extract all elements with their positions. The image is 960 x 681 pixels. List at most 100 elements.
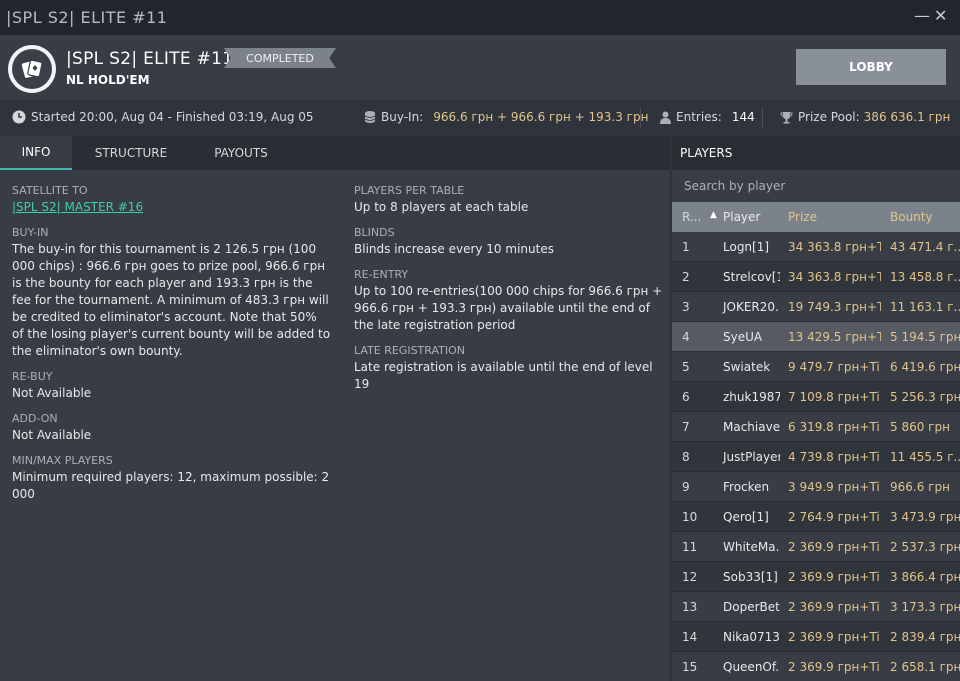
cell-prize: 2 369.9 грн+Ti... — [788, 659, 881, 674]
trophy-icon — [780, 111, 793, 124]
info-column-left: SATELLITE TO |SPL S2| MASTER #16 BUY-IN … — [12, 182, 332, 511]
minimize-icon[interactable]: — — [914, 6, 930, 25]
cell-rank: 1 — [682, 239, 690, 254]
clock-icon — [12, 110, 26, 124]
table-row[interactable]: 1 Logn[1] 34 363.8 грн+T... 43 471.4 г... — [672, 232, 960, 262]
col-player[interactable]: Player — [714, 210, 780, 224]
table-row[interactable]: 8 JustPlayer 4 739.8 грн+Ti... 11 455.5 г..… — [672, 442, 960, 472]
table-row[interactable]: 5 Swiatek 9 479.7 грн+Ti... 6 419.6 грн — [672, 352, 960, 382]
cell-player: WhiteMa... — [723, 539, 780, 554]
table-row[interactable]: 15 QueenOf... 2 369.9 грн+Ti... 2 658.1 грн — [672, 652, 960, 681]
cell-player: SyeUA — [723, 329, 763, 344]
cell-player: Strelcov[1] — [723, 269, 780, 284]
cell-bounty: 3 866.4 грн — [890, 569, 960, 584]
tournament-header: |SPL S2| ELITE #11 NL HOLD'EM COMPLETED … — [0, 35, 960, 100]
cell-player: Machiavelli — [723, 419, 780, 434]
cell-bounty: 43 471.4 г... — [890, 239, 960, 254]
cell-player: Logn[1] — [723, 239, 770, 254]
sort-asc-icon: ▲ — [710, 210, 717, 220]
cell-prize: 6 319.8 грн+Ti... — [788, 419, 881, 434]
cell-rank: 15 — [682, 659, 698, 674]
window-titlebar: |SPL S2| ELITE #11 — ✕ — [0, 0, 960, 35]
rebuy-label: RE-BUY — [12, 370, 53, 383]
cell-prize: 4 739.8 грн+Ti... — [788, 449, 881, 464]
col-rank[interactable]: R... — [672, 210, 714, 224]
cell-bounty: 3 473.9 грн — [890, 509, 960, 524]
tab-info[interactable]: INFO — [0, 136, 72, 170]
tab-structure[interactable]: STRUCTURE — [72, 136, 190, 170]
cell-prize: 2 764.9 грн+Ti... — [788, 509, 881, 524]
addon-label: ADD-ON — [12, 412, 58, 425]
player-search — [672, 170, 960, 202]
divider — [762, 108, 763, 128]
times-text: Started 20:00, Aug 04 - Finished 03:19, … — [31, 110, 314, 124]
divider — [640, 108, 641, 128]
rebuy-value: Not Available — [12, 386, 92, 400]
table-row[interactable]: 10 Qero[1] 2 764.9 грн+Ti... 3 473.9 грн — [672, 502, 960, 532]
table-row[interactable]: 6 zhuk1987 7 109.8 грн+Ti... 5 256.3 грн — [672, 382, 960, 412]
table-row[interactable]: 3 JOKER20... 19 749.3 грн+T... 11 163.1 г..… — [672, 292, 960, 322]
cards-icon — [8, 45, 56, 93]
close-icon[interactable]: ✕ — [934, 6, 947, 25]
cell-prize: 2 369.9 грн+Ti... — [788, 599, 881, 614]
table-row[interactable]: 7 Machiavelli 6 319.8 грн+Ti... 5 860 грн — [672, 412, 960, 442]
cell-bounty: 3 173.3 грн — [890, 599, 960, 614]
window-title: |SPL S2| ELITE #11 — [6, 8, 168, 27]
minmax-value: Minimum required players: 12, maximum po… — [12, 470, 330, 501]
cell-bounty: 2 537.3 грн — [890, 539, 960, 554]
late-reg-value: Late registration is available until the… — [354, 360, 653, 391]
prize-label: Prize Pool: — [798, 110, 860, 124]
table-row[interactable]: 4 SyeUA 13 429.5 грн+T... 5 194.5 грн — [672, 322, 960, 352]
cell-player: JustPlayer — [723, 449, 780, 464]
table-row[interactable]: 11 WhiteMa... 2 369.9 грн+Ti... 2 537.3 грн — [672, 532, 960, 562]
table-row[interactable]: 13 DoperBet... 2 369.9 грн+Ti... 3 173.3 гр… — [672, 592, 960, 622]
satellite-label: SATELLITE TO — [12, 184, 88, 197]
cell-prize: 2 369.9 грн+Ti... — [788, 569, 881, 584]
col-bounty[interactable]: Bounty — [881, 210, 960, 224]
info-bar: Started 20:00, Aug 04 - Finished 03:19, … — [0, 100, 960, 136]
col-prize[interactable]: Prize — [780, 210, 881, 224]
game-type: NL HOLD'EM — [66, 73, 150, 87]
prize-info: Prize Pool: 386 636.1 грн — [780, 110, 950, 124]
cell-bounty: 5 194.5 грн — [890, 329, 960, 344]
cell-player: Swiatek — [723, 359, 771, 374]
entries-info: Entries: 144 — [660, 110, 755, 124]
cell-player: JOKER20... — [723, 299, 780, 314]
entries-label: Entries: — [676, 110, 722, 124]
cell-player: Frocken — [723, 479, 770, 494]
cell-player: Nika0713... — [723, 629, 780, 644]
cell-rank: 11 — [682, 539, 698, 554]
blinds-label: BLINDS — [354, 226, 395, 239]
cell-player: Sob33[1] — [723, 569, 778, 584]
cell-rank: 10 — [682, 509, 698, 524]
reentry-value: Up to 100 re-entries(100 000 chips for 9… — [354, 284, 663, 332]
cell-bounty: 966.6 грн — [890, 479, 950, 494]
cell-rank: 4 — [682, 329, 690, 344]
player-search-input[interactable] — [684, 179, 944, 193]
table-row[interactable]: 12 Sob33[1] 2 369.9 грн+Ti... 3 866.4 грн — [672, 562, 960, 592]
cell-bounty: 13 458.8 г... — [890, 269, 960, 284]
table-row[interactable]: 2 Strelcov[1] 34 363.8 грн+T... 13 458.8 г.… — [672, 262, 960, 292]
ppt-value: Up to 8 players at each table — [354, 200, 529, 214]
cell-prize: 34 363.8 грн+T... — [788, 269, 881, 284]
cell-player: zhuk1987 — [723, 389, 780, 404]
lobby-button[interactable]: LOBBY — [796, 49, 946, 85]
satellite-link[interactable]: |SPL S2| MASTER #16 — [12, 199, 332, 216]
cell-rank: 5 — [682, 359, 690, 374]
table-row[interactable]: 14 Nika0713... 2 369.9 грн+Ti... 2 839.4 гр… — [672, 622, 960, 652]
cell-prize: 2 369.9 грн+Ti... — [788, 629, 881, 644]
cell-bounty: 6 419.6 грн — [890, 359, 960, 374]
entries-value: 144 — [731, 110, 755, 124]
coins-icon — [364, 110, 376, 124]
tab-bar: INFO STRUCTURE PAYOUTS — [0, 136, 670, 170]
cell-prize: 7 109.8 грн+Ti... — [788, 389, 881, 404]
buyin-section-label: BUY-IN — [12, 226, 49, 239]
cell-prize: 3 949.9 грн+Ti... — [788, 479, 881, 494]
tab-payouts[interactable]: PAYOUTS — [190, 136, 292, 170]
cell-rank: 3 — [682, 299, 690, 314]
user-icon — [660, 111, 671, 124]
cell-prize: 19 749.3 грн+T... — [788, 299, 881, 314]
prize-value: 386 636.1 грн — [863, 110, 951, 124]
cell-rank: 13 — [682, 599, 698, 614]
table-row[interactable]: 9 Frocken 3 949.9 грн+Ti... 966.6 грн — [672, 472, 960, 502]
